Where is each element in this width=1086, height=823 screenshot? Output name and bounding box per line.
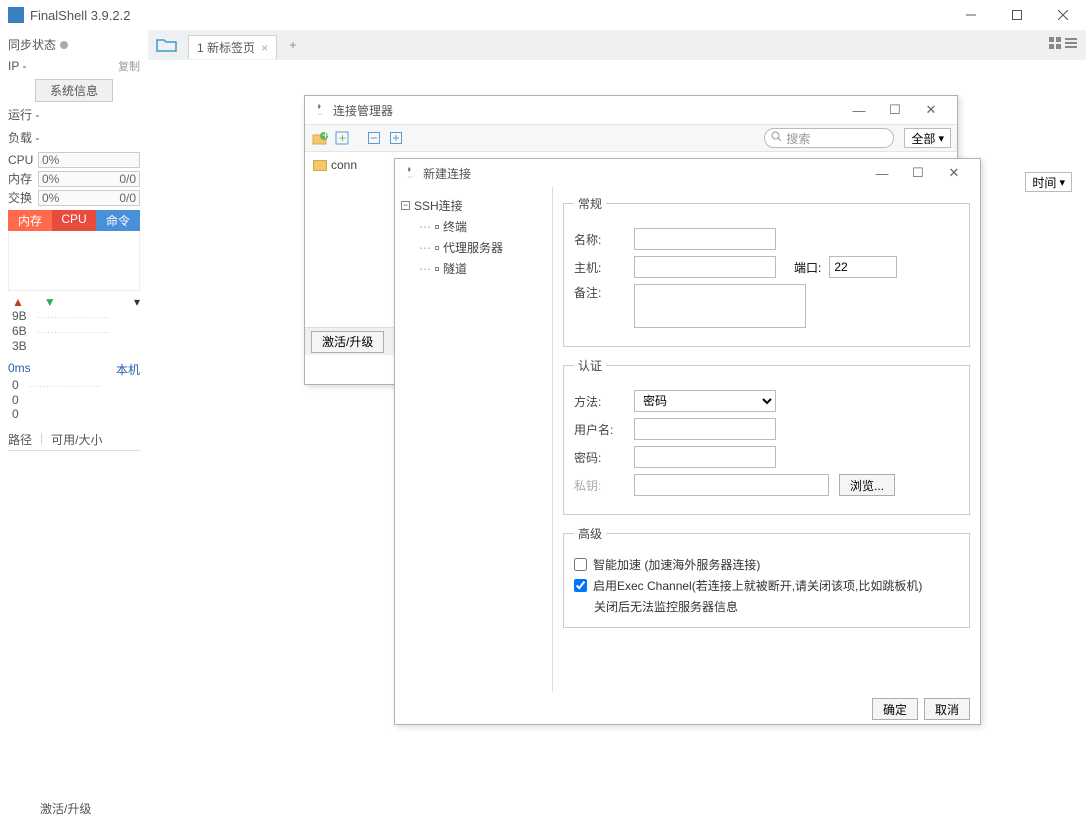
process-chart bbox=[8, 231, 140, 291]
new-connection-dialog: 新建连接 — ☐ ✕ −SSH连接 ⋯终端 ⋯代理服务器 ⋯隧道 常规 名称: bbox=[394, 158, 981, 725]
tree-node-proxy[interactable]: ⋯代理服务器 bbox=[419, 237, 546, 258]
sidebar: 同步状态 IP -复制 系统信息 运行 - 负载 - CPU0% 内存0%0/0… bbox=[0, 30, 148, 823]
conn-activate-button[interactable]: 激活/升级 bbox=[311, 331, 384, 353]
minimize-button[interactable] bbox=[948, 0, 994, 30]
download-arrow-icon: ▼ bbox=[44, 295, 56, 309]
new-conn-title: 新建连接 bbox=[423, 165, 471, 182]
swap-label: 交换 bbox=[8, 189, 38, 206]
list-view-icon[interactable] bbox=[1064, 36, 1078, 53]
run-label: 运行 - bbox=[8, 106, 39, 123]
tab-strip: 1 新标签页 × + bbox=[148, 30, 1086, 60]
new-conn-form: 常规 名称: 主机: 端口: 备注: 认证 方法: bbox=[553, 187, 980, 692]
expand-icon[interactable] bbox=[387, 129, 405, 147]
ip-label: IP - bbox=[8, 59, 26, 73]
new-conn-close[interactable]: ✕ bbox=[936, 165, 972, 181]
close-button[interactable] bbox=[1040, 0, 1086, 30]
conn-filter-dropdown[interactable]: 全部 ▾ bbox=[904, 128, 951, 148]
local-label: 本机 bbox=[116, 361, 140, 378]
app-icon bbox=[8, 7, 24, 23]
folder-icon bbox=[313, 160, 327, 171]
mem-label: 内存 bbox=[8, 170, 38, 187]
copy-ip-button[interactable]: 复制 bbox=[118, 58, 140, 74]
name-input[interactable] bbox=[634, 228, 776, 250]
svg-text:+: + bbox=[322, 132, 328, 142]
tab-cpu[interactable]: CPU bbox=[52, 210, 96, 231]
password-input[interactable] bbox=[634, 446, 776, 468]
browse-button[interactable]: 浏览... bbox=[839, 474, 895, 496]
conn-mgr-maximize[interactable]: ☐ bbox=[877, 102, 913, 118]
svg-text:+: + bbox=[339, 131, 346, 145]
app-title: FinalShell 3.9.2.2 bbox=[30, 8, 130, 23]
col-size[interactable]: 可用/大小 bbox=[51, 431, 102, 448]
sync-status-dot bbox=[60, 41, 68, 49]
new-tab-button[interactable]: + bbox=[283, 38, 303, 52]
system-info-button[interactable]: 系统信息 bbox=[35, 79, 113, 102]
cpu-bar: 0% bbox=[38, 152, 140, 168]
load-label: 负载 - bbox=[8, 129, 39, 146]
accel-checkbox[interactable] bbox=[574, 558, 587, 571]
ping-ms: 0ms bbox=[8, 361, 31, 378]
upload-arrow-icon: ▲ bbox=[12, 295, 24, 309]
time-dropdown[interactable]: 时间 ▾ bbox=[1025, 172, 1072, 192]
method-select[interactable]: 密码 bbox=[634, 390, 776, 412]
java-icon bbox=[403, 166, 417, 180]
chevron-down-icon[interactable]: ▾ bbox=[134, 295, 140, 309]
open-folder-icon[interactable] bbox=[148, 31, 186, 59]
exec-checkbox[interactable] bbox=[574, 579, 587, 592]
conn-mgr-minimize[interactable]: — bbox=[841, 103, 877, 118]
advanced-fieldset: 高级 智能加速 (加速海外服务器连接) 启用Exec Channel(若连接上就… bbox=[563, 525, 970, 628]
new-conn-minimize[interactable]: — bbox=[864, 166, 900, 181]
main-titlebar: FinalShell 3.9.2.2 bbox=[0, 0, 1086, 30]
cancel-button[interactable]: 取消 bbox=[924, 698, 970, 720]
new-conn-maximize[interactable]: ☐ bbox=[900, 165, 936, 181]
swap-bar: 0%0/0 bbox=[38, 190, 140, 206]
conn-mgr-close[interactable]: ✕ bbox=[913, 102, 949, 118]
new-conn-tree: −SSH连接 ⋯终端 ⋯代理服务器 ⋯隧道 bbox=[395, 187, 553, 692]
java-icon bbox=[313, 103, 327, 117]
main-area: 1 新标签页 × + 时间 ▾ 连接管理器 — ☐ ✕ bbox=[148, 30, 1086, 823]
conn-mgr-title: 连接管理器 bbox=[333, 102, 393, 119]
tab-close-icon[interactable]: × bbox=[261, 41, 268, 55]
host-input[interactable] bbox=[634, 256, 776, 278]
auth-fieldset: 认证 方法: 密码 用户名: 密码: 私钥:浏览... bbox=[563, 357, 970, 515]
new-conn-icon[interactable]: + bbox=[333, 129, 351, 147]
username-input[interactable] bbox=[634, 418, 776, 440]
search-icon bbox=[771, 131, 782, 145]
mem-bar: 0%0/0 bbox=[38, 171, 140, 187]
tab-memory[interactable]: 内存 bbox=[8, 210, 52, 231]
ok-button[interactable]: 确定 bbox=[872, 698, 918, 720]
sync-status-label: 同步状态 bbox=[8, 36, 56, 53]
note-input[interactable] bbox=[634, 284, 806, 328]
activate-link[interactable]: 激活/升级 bbox=[40, 800, 91, 817]
tree-node-ssh[interactable]: −SSH连接 bbox=[401, 195, 546, 216]
maximize-button[interactable] bbox=[994, 0, 1040, 30]
tab-1[interactable]: 1 新标签页 × bbox=[188, 35, 277, 59]
tree-node-tunnel[interactable]: ⋯隧道 bbox=[419, 258, 546, 279]
collapse-icon[interactable] bbox=[365, 129, 383, 147]
grid-view-icon[interactable] bbox=[1048, 36, 1062, 53]
tab-command[interactable]: 命令 bbox=[96, 210, 140, 231]
cpu-label: CPU bbox=[8, 153, 38, 167]
general-fieldset: 常规 名称: 主机: 端口: 备注: bbox=[563, 195, 970, 347]
new-folder-icon[interactable]: + bbox=[311, 129, 329, 147]
tree-node-terminal[interactable]: ⋯终端 bbox=[419, 216, 546, 237]
conn-search-input[interactable]: 搜索 bbox=[764, 128, 894, 148]
privatekey-input bbox=[634, 474, 829, 496]
col-path[interactable]: 路径 bbox=[8, 431, 32, 448]
port-input[interactable] bbox=[829, 256, 897, 278]
